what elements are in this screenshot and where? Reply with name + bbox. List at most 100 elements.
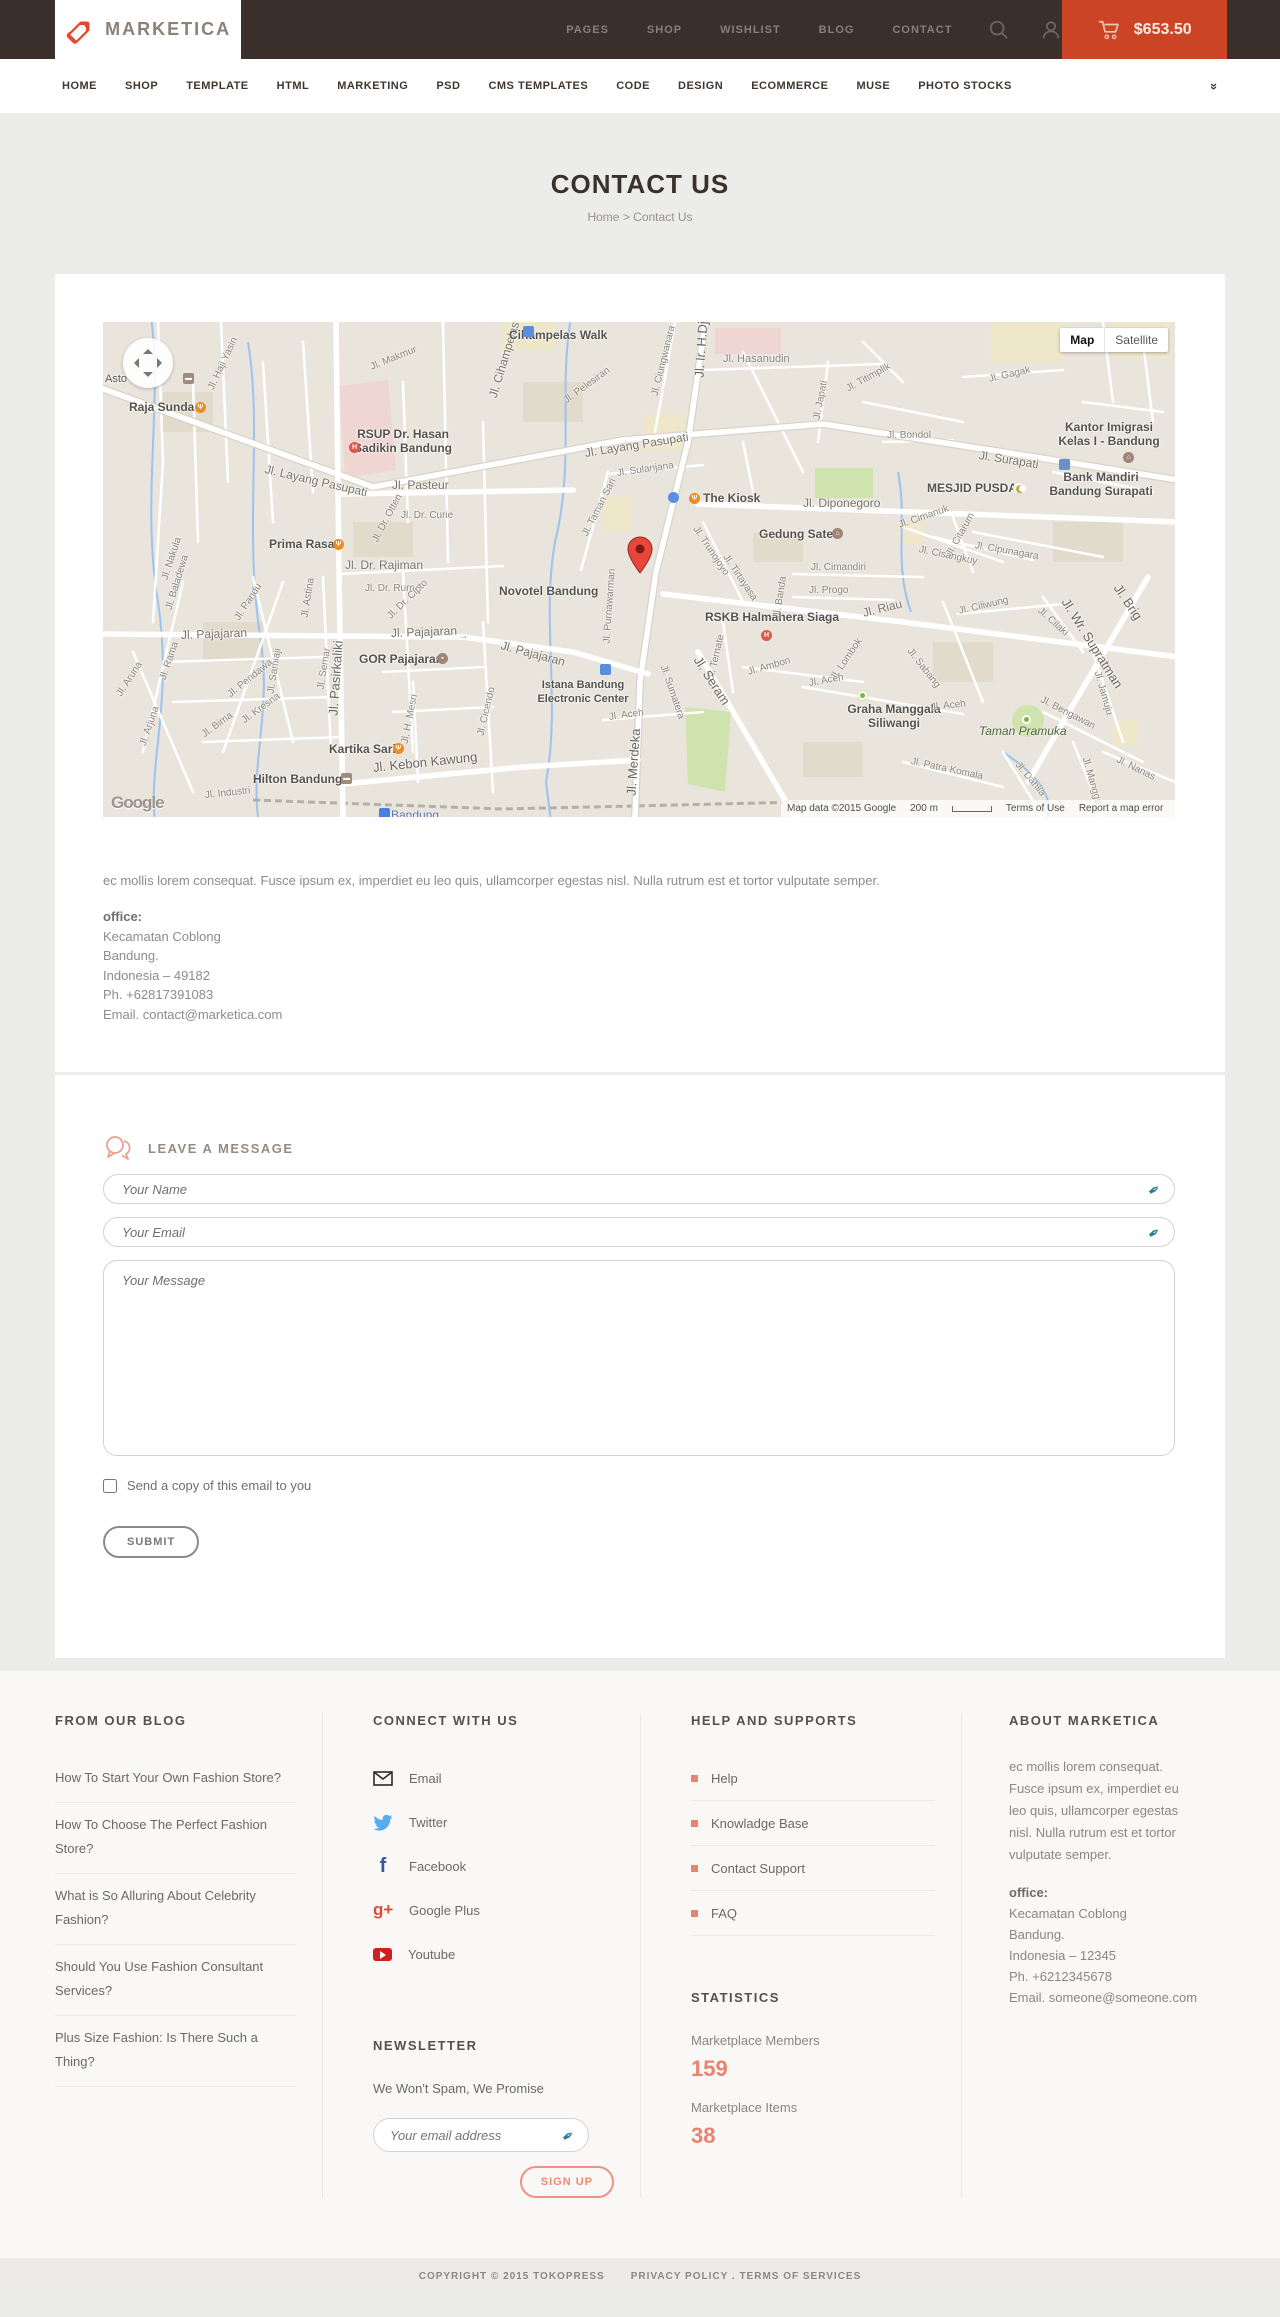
breadcrumb: Home > Contact Us <box>0 210 1280 224</box>
park-icon <box>1021 714 1032 725</box>
pan-right-icon[interactable] <box>157 358 167 368</box>
sign-up-button[interactable]: SIGN UP <box>519 2166 614 2198</box>
map-label: Jl. Pajajaran <box>180 625 248 642</box>
menu-marketing[interactable]: MARKETING <box>337 80 408 92</box>
header-nav-blog[interactable]: BLOG <box>819 24 855 36</box>
office-heading: office: <box>103 909 142 924</box>
map-label: GOR Pajajaran <box>359 652 444 666</box>
map-label: RSUP Dr. Hasan Sadikin Bandung <box>353 427 452 455</box>
map-label: Jl. Progo <box>809 585 849 596</box>
about-office-line: Ph. +6212345678 <box>1009 1969 1113 1984</box>
privacy-policy-link[interactable]: PRIVACY POLICY <box>631 2271 728 2282</box>
menu-photo-stocks[interactable]: PHOTO STOCKS <box>918 80 1012 92</box>
chevron-down-icon[interactable]: » <box>1207 82 1222 89</box>
cart-button[interactable]: $653.50 <box>1062 0 1227 59</box>
map-data-credit: Map data ©2015 Google <box>787 803 897 814</box>
menu-home[interactable]: HOME <box>62 80 97 92</box>
statistics-heading: STATISTICS <box>691 1990 780 2005</box>
menu-code[interactable]: CODE <box>616 80 650 92</box>
brand-logo[interactable]: MARKETICA <box>55 0 242 59</box>
map-label: Jl. Pasteur <box>392 478 449 492</box>
pan-left-icon[interactable] <box>129 358 139 368</box>
map-label: Jl. Hasanudin <box>723 353 790 365</box>
menu-shop[interactable]: SHOP <box>125 80 158 92</box>
newsletter-email-input[interactable] <box>373 2118 589 2152</box>
menu-cms-templates[interactable]: CMS TEMPLATES <box>488 80 588 92</box>
pan-up-icon[interactable] <box>143 344 153 354</box>
footer-about-column: ABOUT MARKETICA ec mollis lorem consequa… <box>961 1713 1225 2198</box>
header-nav-contact[interactable]: CONTACT <box>892 24 952 36</box>
help-link: Knowladge Base <box>691 1801 935 1846</box>
footer-connect-heading: CONNECT WITH US <box>373 1713 519 1728</box>
social-link-twitter[interactable]: Twitter <box>373 1800 614 1844</box>
name-input[interactable] <box>103 1174 1175 1204</box>
message-textarea[interactable] <box>103 1260 1175 1456</box>
social-link-email[interactable]: Email <box>373 1756 614 1800</box>
map-label: Asto <box>105 373 128 385</box>
copyright-bar: COPYRIGHT © 2015 TOKOPRESS PRIVACY POLIC… <box>0 2258 1280 2295</box>
about-office-line: Indonesia – 12345 <box>1009 1948 1116 1963</box>
footer-connect-column: CONNECT WITH US Email Twitter f Facebook… <box>322 1713 640 2198</box>
user-icon[interactable] <box>1040 19 1062 41</box>
twitter-icon <box>373 1814 393 1831</box>
legal-links: PRIVACY POLICY . TERMS OF SERVICES <box>630 2271 862 2282</box>
terms-of-use-link[interactable]: Terms of Use <box>1006 803 1065 814</box>
menu-design[interactable]: DESIGN <box>678 80 723 92</box>
social-link-google-plus[interactable]: g+ Google Plus <box>373 1888 614 1932</box>
email-input[interactable] <box>103 1217 1175 1247</box>
header-icons <box>988 0 1062 59</box>
submit-button[interactable]: SUBMIT <box>103 1526 200 1558</box>
terms-of-services-link[interactable]: TERMS OF SERVICES <box>739 2271 861 2282</box>
map-label: Jl. Pasirkaliki <box>325 640 346 717</box>
breadcrumb-home[interactable]: Home <box>587 210 619 224</box>
menu-ecommerce[interactable]: ECOMMERCE <box>751 80 828 92</box>
header-nav-pages[interactable]: PAGES <box>566 24 609 36</box>
blog-post-link[interactable]: How To Start Your Own Fashion Store? <box>55 1756 296 1803</box>
map-label: Raja Sunda <box>129 400 195 414</box>
map-label: Kartika Sari <box>329 742 396 756</box>
blog-post-link[interactable]: How To Choose The Perfect Fashion Store? <box>55 1803 296 1874</box>
blog-post-link[interactable]: Plus Size Fashion: Is There Such a Thing… <box>55 2016 296 2087</box>
map-label: Jl. Pajajaran <box>390 623 458 640</box>
social-link-facebook[interactable]: f Facebook <box>373 1844 614 1888</box>
stat-label: Marketplace Items <box>691 2100 798 2115</box>
map-label: Jl. Bondol <box>887 430 931 441</box>
map-type-satellite-button[interactable]: Satellite <box>1104 328 1168 352</box>
menu-muse[interactable]: MUSE <box>856 80 890 92</box>
map-label: The Kiosk <box>703 491 761 505</box>
newsletter-section: NEWSLETTER We Won't Spam, We Promise ✒ S… <box>373 2038 614 2198</box>
office-line: Email. contact@marketica.com <box>103 1006 283 1022</box>
hotel-icon: ▬ <box>183 373 194 384</box>
map-scale-label: 200 m <box>910 803 938 814</box>
newsletter-heading: NEWSLETTER <box>373 2038 478 2053</box>
header-nav-shop[interactable]: SHOP <box>647 24 682 36</box>
social-link-youtube[interactable]: Youtube <box>373 1932 614 1976</box>
menu-template[interactable]: TEMPLATE <box>186 80 248 92</box>
email-field-row: ✒ <box>103 1217 1177 1247</box>
send-copy-checkbox[interactable] <box>103 1478 117 1493</box>
google-plus-icon: g+ <box>373 1900 394 1919</box>
office-line: Indonesia – 49182 <box>103 967 210 983</box>
send-copy-label: Send a copy of this email to you <box>127 1478 312 1493</box>
header-nav-wishlist[interactable]: WISHLIST <box>720 24 781 36</box>
map-type-map-button[interactable]: Map <box>1060 328 1104 352</box>
top-header: MARKETICA PAGES SHOP WISHLIST BLOG CONTA… <box>0 0 1280 59</box>
one-way-arrow-icon: → <box>457 628 469 642</box>
search-icon[interactable] <box>988 19 1010 41</box>
menu-html[interactable]: HTML <box>277 80 310 92</box>
blog-post-link[interactable]: What is So Alluring About Celebrity Fash… <box>55 1874 296 1945</box>
pan-down-icon[interactable] <box>143 372 153 382</box>
report-map-error-link[interactable]: Report a map error <box>1079 803 1163 814</box>
map-marker-pin[interactable] <box>627 536 653 574</box>
map-label: MESJID PUSDAI <box>927 481 1021 495</box>
google-logo[interactable]: Google <box>111 793 165 813</box>
about-office-line: Email. someone@someone.com <box>1009 1990 1198 2005</box>
message-field-row <box>103 1260 1177 1461</box>
map-pan-control[interactable] <box>123 338 173 388</box>
statistics-section: STATISTICS Marketplace Members 159 Marke… <box>691 1990 935 2149</box>
blog-post-link[interactable]: Should You Use Fashion Consultant Servic… <box>55 1945 296 2016</box>
menu-psd[interactable]: PSD <box>436 80 460 92</box>
office-line: Bandung. <box>103 948 159 963</box>
google-map[interactable]: Asto Raja Sunda Jl. Haji Yasin Jl. Makmu… <box>103 322 1175 817</box>
office-line: Kecamatan Coblong <box>103 928 221 944</box>
